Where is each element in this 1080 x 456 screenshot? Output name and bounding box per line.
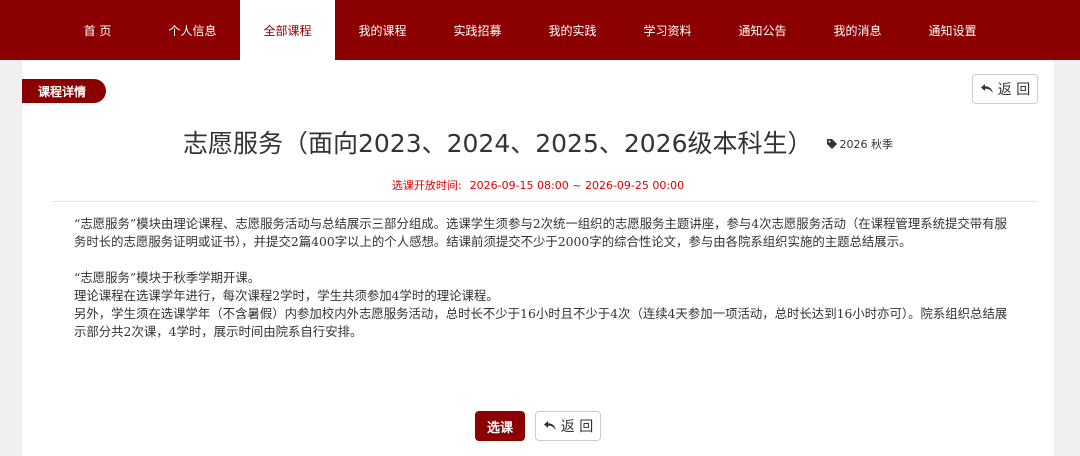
back-button-label: 返 回 [560,419,594,435]
course-title-row: 志愿服务（面向2023、2024、2025、2026级本科生） 2026 秋季 [22,124,1054,160]
nav-item-announcements[interactable]: 通知公告 [715,0,810,60]
nav-item-my-courses[interactable]: 我的课程 [335,0,430,60]
action-buttons: 选课 返 回 [22,411,1054,441]
nav-item-practice-recruit[interactable]: 实践招募 [430,0,525,60]
description-paragraph: “志愿服务”模块于秋季学期开课。 [74,270,261,285]
back-button-bottom[interactable]: 返 回 [535,411,601,441]
nav-item-notification-settings[interactable]: 通知设置 [905,0,1000,60]
nav-item-home[interactable]: 首 页 [50,0,145,60]
open-time-value: 2026-09-15 08:00 ~ 2026-09-25 00:00 [469,179,685,192]
nav-item-materials[interactable]: 学习资料 [620,0,715,60]
section-label: 课程详情 [22,79,106,103]
open-time-label: 选课开放时间: [391,179,462,192]
top-navbar: 首 页 个人信息 全部课程 我的课程 实践招募 我的实践 学习资料 通知公告 我… [0,0,1080,60]
description-paragraph: “志愿服务”模块由理论课程、志愿服务活动与总结展示三部分组成。选课学生须参与2次… [74,216,1007,249]
nav-item-my-practice[interactable]: 我的实践 [525,0,620,60]
undo-arrow-icon [543,420,557,432]
term-label: 2026 秋季 [839,138,894,151]
undo-arrow-icon [980,83,994,95]
nav-item-profile[interactable]: 个人信息 [145,0,240,60]
back-button-top[interactable]: 返 回 [972,74,1038,104]
course-description: “志愿服务”模块由理论课程、志愿服务活动与总结展示三部分组成。选课学生须参与2次… [74,215,1014,341]
term-tag: 2026 秋季 [826,136,894,152]
divider [52,201,1038,202]
course-title: 志愿服务（面向2023、2024、2025、2026级本科生） [183,129,813,158]
course-detail-panel: 课程详情 返 回 志愿服务（面向2023、2024、2025、2026级本科生）… [22,60,1054,456]
description-paragraph: 理论课程在选课学年进行，每次课程2学时，学生共须参加4学时的理论课程。 [74,288,499,303]
tag-icon [826,139,837,149]
open-time: 选课开放时间: 2026-09-15 08:00 ~ 2026-09-25 00:… [22,177,1054,193]
nav-item-all-courses[interactable]: 全部课程 [240,0,335,60]
description-paragraph: 另外，学生须在选课学年（不含暑假）内参加校内外志愿服务活动，总时长不少于16小时… [74,306,1008,339]
nav-item-my-messages[interactable]: 我的消息 [810,0,905,60]
back-button-label: 返 回 [997,82,1031,98]
select-course-button[interactable]: 选课 [475,411,525,441]
